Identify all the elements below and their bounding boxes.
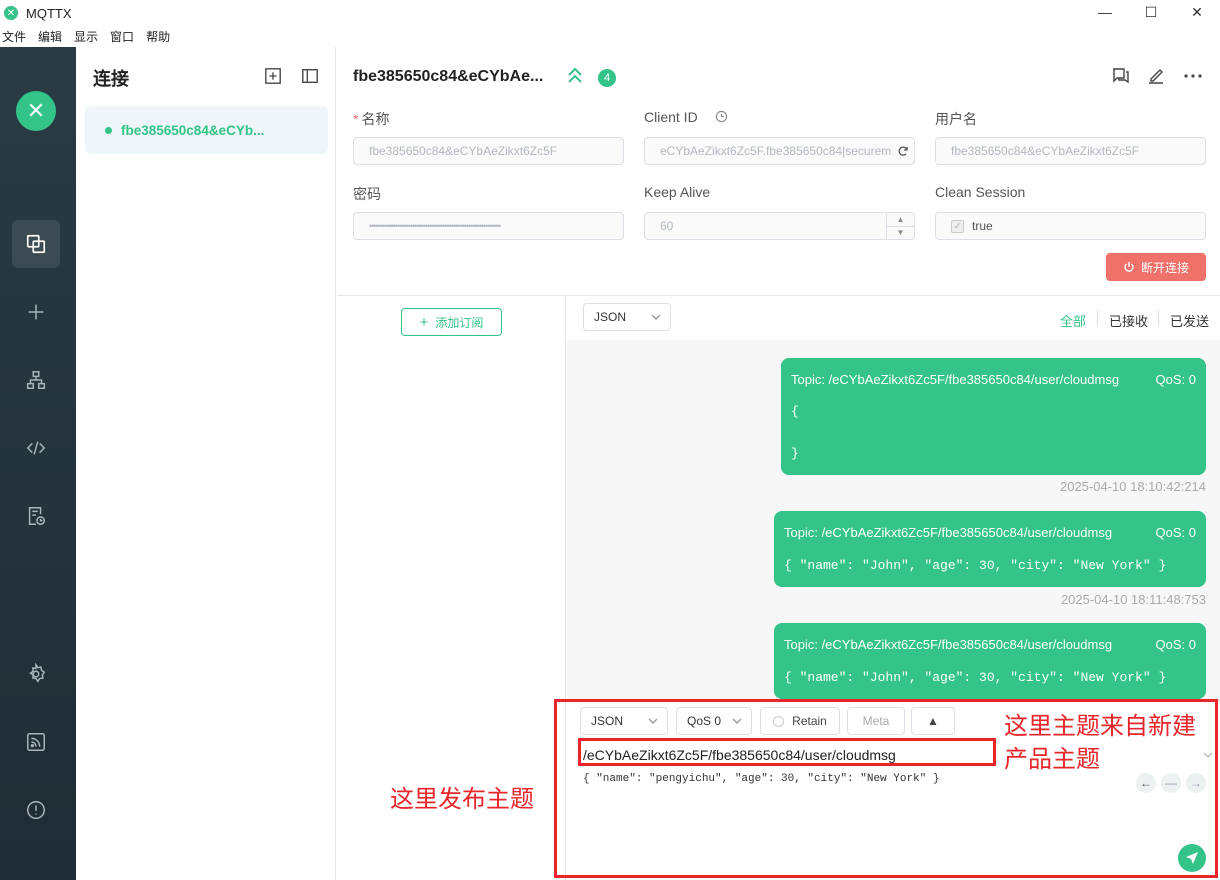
filter-all[interactable]: 全部 — [1060, 311, 1086, 330]
menu-view[interactable]: 显示 — [74, 28, 98, 46]
message-topic: Topic: /eCYbAeZikxt6Zc5F/fbe385650c84/us… — [791, 372, 1120, 387]
title-bar: ✕ MQTTX — ☐ ✕ — [0, 0, 1220, 26]
message-format-select[interactable]: JSON — [583, 303, 671, 331]
message-qos: QoS: 0 — [1155, 637, 1196, 652]
edit-icon[interactable] — [1146, 66, 1166, 86]
collapse-up-icon[interactable] — [567, 67, 583, 85]
script-icon[interactable] — [12, 424, 60, 472]
message-qos: QoS: 0 — [1155, 372, 1196, 387]
window-controls: — ☐ ✕ — [1082, 0, 1220, 26]
topology-icon[interactable] — [12, 356, 60, 404]
filter-divider — [1097, 310, 1098, 326]
annotation-topic-source-2: 产品主题 — [1004, 746, 1100, 773]
name-label: * 名称 — [353, 111, 390, 127]
client-id-label: Client ID — [644, 109, 728, 125]
message-bubble[interactable]: Topic: /eCYbAeZikxt6Zc5F/fbe385650c84/us… — [781, 358, 1206, 475]
connection-name: fbe385650c84&eCYb... — [121, 122, 265, 138]
message-qos: QoS: 0 — [1155, 525, 1196, 540]
chevron-down-icon[interactable]: ▼ — [887, 227, 914, 240]
power-icon — [1124, 262, 1134, 272]
about-icon[interactable] — [12, 786, 60, 834]
icon-rail: ✕ — [0, 47, 76, 880]
filter-sent[interactable]: 已发送 — [1170, 311, 1209, 330]
filter-divider — [1158, 310, 1159, 326]
connected-status-dot — [105, 126, 112, 134]
menu-bar: 文件 编辑 显示 窗口 帮助 — [0, 28, 180, 46]
add-subscription-button[interactable]: + 添加订阅 — [401, 308, 502, 336]
app-logo-icon: ✕ — [4, 6, 18, 20]
message-toolbar: JSON 全部 已接收 已发送 — [567, 296, 1220, 340]
menu-edit[interactable]: 编辑 — [38, 28, 62, 46]
menu-help[interactable]: 帮助 — [146, 28, 170, 46]
message-topic: Topic: /eCYbAeZikxt6Zc5F/fbe385650c84/us… — [784, 525, 1113, 540]
connection-title: fbe385650c84&eCYbAe... — [353, 68, 544, 85]
username-field[interactable]: fbe385650c84&eCYbAeZikxt6Zc5F — [935, 137, 1206, 165]
disconnect-button[interactable]: 断开连接 — [1106, 253, 1206, 281]
annotation-publish-topic: 这里发布主题 — [390, 786, 534, 813]
message-count-badge: 4 — [598, 69, 616, 87]
chat-icon[interactable] — [1110, 66, 1130, 86]
add-group-icon[interactable] — [264, 67, 282, 85]
maximize-button[interactable]: ☐ — [1128, 0, 1174, 24]
message-time: 2025-04-10 18:11:48:753 — [1060, 592, 1206, 607]
keepalive-stepper[interactable]: ▲ ▼ — [886, 213, 914, 239]
annotation-topic-source-1: 这里主题来自新建 — [1004, 713, 1196, 740]
name-field[interactable]: fbe385650c84&eCYbAeZikxt6Zc5F — [353, 137, 624, 165]
refresh-icon[interactable] — [897, 145, 909, 157]
message-bubble[interactable]: Topic: /eCYbAeZikxt6Zc5F/fbe385650c84/us… — [774, 623, 1206, 699]
more-icon[interactable] — [1183, 66, 1203, 86]
connection-list-panel: 连接 fbe385650c84&eCYb... — [76, 47, 336, 880]
clean-session-checkbox[interactable]: ✓ — [951, 219, 964, 233]
connections-header: 连接 — [93, 69, 129, 89]
annotation-box-topic — [578, 738, 996, 766]
username-label: 用户名 — [935, 111, 977, 127]
password-field[interactable]: ••••••••••••••••••••••••••••••••••••••••… — [353, 212, 624, 240]
message-body-line: { — [791, 404, 799, 419]
menu-file[interactable]: 文件 — [2, 28, 26, 46]
chevron-up-icon[interactable]: ▲ — [887, 213, 914, 227]
clock-icon — [715, 110, 728, 123]
clean-session-label: Clean Session — [935, 184, 1026, 200]
chevron-down-icon — [651, 314, 661, 320]
new-connection-icon[interactable] — [12, 288, 60, 336]
minimize-button[interactable]: — — [1082, 0, 1128, 24]
app-title: MQTTX — [26, 5, 72, 21]
keepalive-label: Keep Alive — [644, 184, 711, 200]
client-id-field[interactable]: eCYbAeZikxt6Zc5F.fbe385650c84|securem — [644, 137, 915, 165]
keepalive-field[interactable]: 60 ▲ ▼ — [644, 212, 915, 240]
message-topic: Topic: /eCYbAeZikxt6Zc5F/fbe385650c84/us… — [784, 637, 1113, 652]
clean-session-field[interactable]: ✓ true — [935, 212, 1206, 240]
mqttx-logo-icon: ✕ — [16, 91, 56, 131]
menu-window[interactable]: 窗口 — [110, 28, 134, 46]
close-button[interactable]: ✕ — [1174, 0, 1220, 24]
settings-icon[interactable] — [12, 650, 60, 698]
message-time: 2025-04-10 18:10:42:214 — [1059, 479, 1206, 494]
message-bubble[interactable]: Topic: /eCYbAeZikxt6Zc5F/fbe385650c84/us… — [774, 511, 1206, 587]
toggle-sidebar-icon[interactable] — [301, 67, 319, 85]
message-body-line: { "name": "John", "age": 30, "city": "Ne… — [784, 670, 1167, 685]
log-icon[interactable] — [12, 492, 60, 540]
message-body-line: } — [791, 446, 799, 461]
connection-item[interactable]: fbe385650c84&eCYb... — [85, 106, 328, 154]
plus-icon: + — [419, 313, 429, 331]
message-body-line: { "name": "John", "age": 30, "city": "Ne… — [784, 558, 1167, 573]
password-label: 密码 — [353, 186, 381, 202]
connections-icon[interactable] — [12, 220, 60, 268]
feed-icon[interactable] — [12, 718, 60, 766]
filter-received[interactable]: 已接收 — [1109, 311, 1148, 330]
